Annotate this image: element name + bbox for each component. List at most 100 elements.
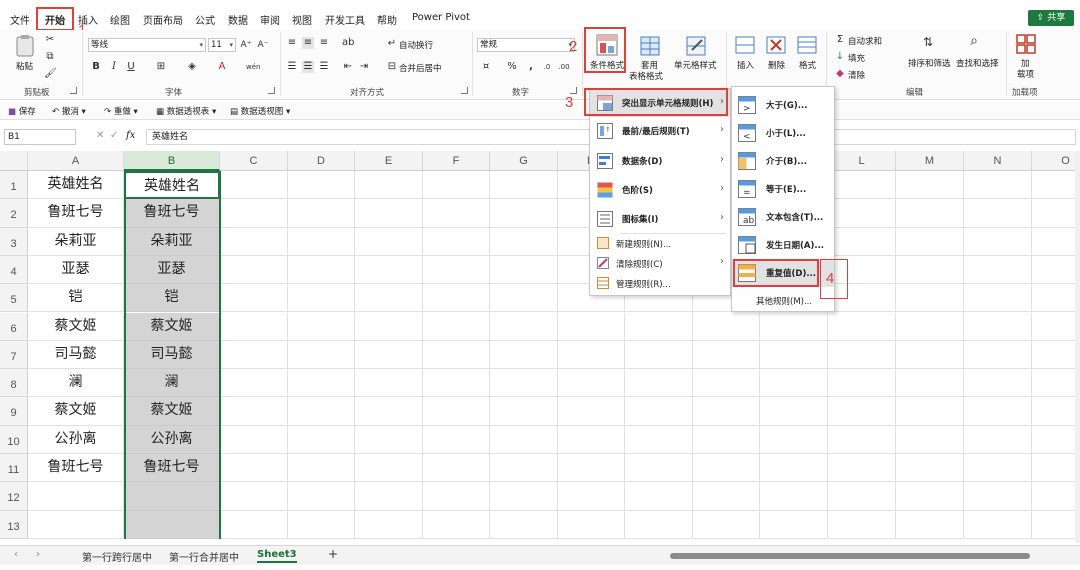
cell-k10[interactable] — [760, 425, 828, 454]
cell-a1[interactable]: 英雄姓名 — [28, 171, 124, 200]
row-header-11[interactable]: 11 — [0, 454, 28, 483]
cell-f1[interactable] — [423, 171, 490, 200]
indent-decrease-icon[interactable]: ⇤ — [342, 61, 354, 73]
cell-l5[interactable] — [828, 284, 896, 313]
cell-b12[interactable] — [124, 482, 220, 511]
cell-f10[interactable] — [423, 425, 490, 454]
cell-c2[interactable] — [220, 199, 288, 228]
cell-m2[interactable] — [896, 199, 964, 228]
tab-file[interactable]: 文件 — [10, 12, 30, 27]
cell-styles-icon[interactable] — [686, 36, 706, 56]
cell-l7[interactable] — [828, 340, 896, 370]
italic-icon[interactable]: I — [108, 61, 120, 73]
name-box[interactable]: B1 — [4, 129, 76, 145]
cell-a5[interactable]: 铠 — [28, 284, 124, 313]
cell-l10[interactable] — [828, 425, 896, 454]
rule-less-than[interactable]: < 小于(L)... — [732, 119, 834, 147]
cell-e7[interactable] — [355, 340, 423, 370]
cell-e10[interactable] — [355, 425, 423, 454]
column-header-c[interactable]: C — [220, 151, 288, 171]
cell-i8[interactable] — [625, 369, 693, 398]
cell-h12[interactable] — [558, 482, 625, 511]
row-header-13[interactable]: 13 — [0, 510, 28, 539]
underline-icon[interactable]: U — [125, 61, 137, 73]
paste-icon[interactable] — [14, 34, 36, 58]
cell-h6[interactable] — [558, 312, 625, 341]
cell-c9[interactable] — [220, 397, 288, 426]
cell-h7[interactable] — [558, 340, 625, 370]
conditional-format-button[interactable]: 条件格式 — [590, 59, 624, 71]
menu-top-bottom-rules[interactable]: ↑ 最前/最后规则(T) › — [590, 117, 730, 145]
cell-d10[interactable] — [288, 425, 355, 454]
row-header-8[interactable]: 8 — [0, 369, 28, 398]
menu-clear-rules[interactable]: 清除规则(C) › — [590, 254, 730, 274]
cell-c3[interactable] — [220, 227, 288, 256]
cell-f2[interactable] — [423, 199, 490, 228]
row-header-9[interactable]: 9 — [0, 397, 28, 426]
row-header-5[interactable]: 5 — [0, 284, 28, 313]
cell-c11[interactable] — [220, 454, 288, 483]
cell-k8[interactable] — [760, 369, 828, 398]
addins-label-2[interactable]: 载项 — [1017, 68, 1034, 80]
column-header-n[interactable]: N — [964, 151, 1032, 171]
cell-n13[interactable] — [964, 510, 1032, 539]
cell-d3[interactable] — [288, 227, 355, 256]
cell-b9[interactable]: 蔡文姬 — [124, 397, 220, 426]
cell-l13[interactable] — [828, 510, 896, 539]
sheet-tab-2[interactable]: 第一行合并居中 — [169, 549, 239, 564]
insert-button[interactable]: 插入 — [737, 59, 754, 71]
clipboard-launcher-icon[interactable] — [70, 87, 77, 94]
menu-color-scales[interactable]: 色阶(S) › — [590, 176, 730, 204]
cell-k12[interactable] — [760, 482, 828, 511]
cell-a9[interactable]: 蔡文姬 — [28, 397, 124, 426]
tab-data[interactable]: 数据 — [228, 12, 248, 27]
cell-j8[interactable] — [693, 369, 760, 398]
cell-e3[interactable] — [355, 227, 423, 256]
cell-e13[interactable] — [355, 510, 423, 539]
cell-c7[interactable] — [220, 340, 288, 370]
tab-help[interactable]: 帮助 — [377, 12, 397, 27]
column-header-m[interactable]: M — [896, 151, 964, 171]
align-bottom-icon[interactable]: ≡ — [318, 37, 330, 49]
pivot-chart-button[interactable]: ▤ 数据透视图 ▾ — [230, 105, 290, 117]
find-select-button[interactable]: 查找和选择 — [956, 57, 999, 69]
decrease-decimal-icon[interactable]: .00 — [558, 61, 570, 73]
cell-b1[interactable]: 英雄姓名 — [124, 171, 220, 200]
cell-f11[interactable] — [423, 454, 490, 483]
cell-f3[interactable] — [423, 227, 490, 256]
row-header-6[interactable]: 6 — [0, 312, 28, 341]
cell-a2[interactable]: 鲁班七号 — [28, 199, 124, 228]
cell-g6[interactable] — [490, 312, 558, 341]
function-icon[interactable]: fx — [126, 130, 135, 141]
cell-a3[interactable]: 朵莉亚 — [28, 227, 124, 256]
cell-m11[interactable] — [896, 454, 964, 483]
cell-j6[interactable] — [693, 312, 760, 341]
number-launcher-icon[interactable] — [570, 87, 577, 94]
select-all-corner[interactable] — [0, 151, 28, 171]
fill-button[interactable]: 填充 — [848, 52, 865, 64]
cell-l12[interactable] — [828, 482, 896, 511]
orientation-icon[interactable]: ab — [342, 37, 354, 49]
cell-a7[interactable]: 司马懿 — [28, 340, 124, 370]
tab-power-pivot[interactable]: Power Pivot — [412, 12, 470, 23]
addins-icon[interactable] — [1016, 34, 1036, 54]
tab-draw[interactable]: 绘图 — [110, 12, 130, 27]
redo-button[interactable]: ↷ 重做 ▾ — [104, 105, 138, 117]
column-header-a[interactable]: A — [28, 151, 124, 171]
cell-c13[interactable] — [220, 510, 288, 539]
cell-n3[interactable] — [964, 227, 1032, 256]
cell-j10[interactable] — [693, 425, 760, 454]
tab-formulas[interactable]: 公式 — [195, 12, 215, 27]
cell-e1[interactable] — [355, 171, 423, 200]
cell-l3[interactable] — [828, 227, 896, 256]
cell-m1[interactable] — [896, 171, 964, 200]
cell-d4[interactable] — [288, 255, 355, 285]
menu-data-bars[interactable]: 数据条(D) › — [590, 147, 730, 175]
cell-f8[interactable] — [423, 369, 490, 398]
column-header-l[interactable]: L — [828, 151, 896, 171]
cell-o4[interactable] — [1032, 256, 1075, 285]
cell-i10[interactable] — [625, 425, 693, 454]
cell-a12[interactable] — [28, 482, 124, 511]
wrap-text-icon[interactable]: ↵ — [386, 38, 398, 50]
cell-o13[interactable] — [1032, 511, 1075, 539]
